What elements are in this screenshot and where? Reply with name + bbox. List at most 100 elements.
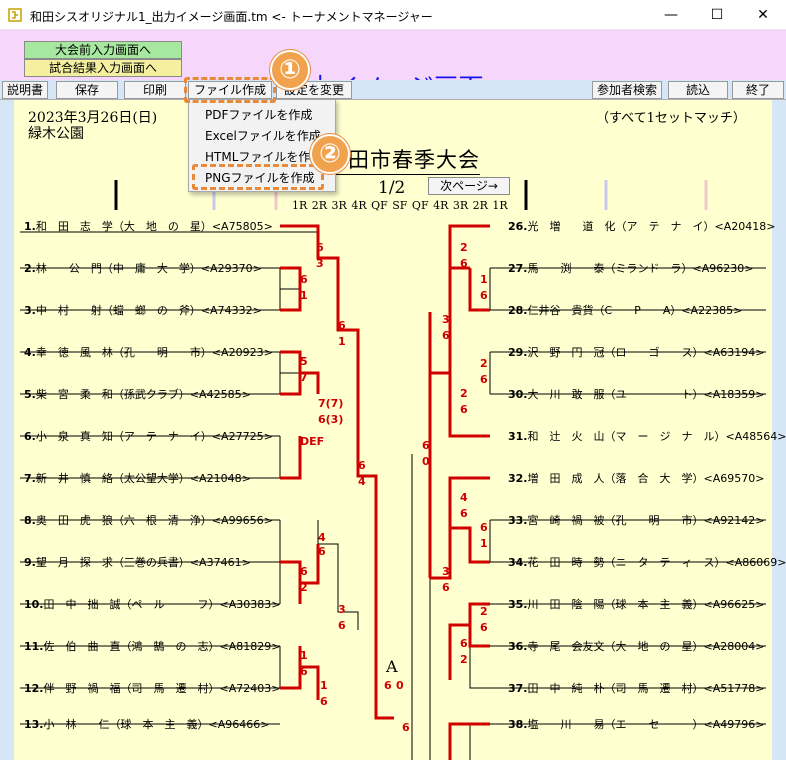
player-team: （太公望大学） bbox=[112, 472, 190, 485]
score-label: 6 bbox=[480, 373, 488, 386]
player-id: <A20923> bbox=[211, 346, 273, 359]
score-label: 1 bbox=[320, 679, 328, 692]
player-id: <A86069> bbox=[725, 556, 786, 569]
player-row-right: 26.光 増 道 化（ア テ ナ イ）<A20418> bbox=[508, 220, 775, 233]
player-row-left: 4.幸 徳 風 林（孔 明 市）<A20923> bbox=[24, 346, 273, 359]
player-row-right: 31.和 辻 火 山（マ ー ジ ナ ル）<A48564> bbox=[508, 430, 786, 443]
player-id: <A29370> bbox=[200, 262, 262, 275]
score-label: 7(7) bbox=[318, 397, 344, 410]
score-label: 3 bbox=[316, 257, 324, 270]
score-label: 3 bbox=[442, 565, 450, 578]
player-number: 3. bbox=[24, 304, 36, 317]
player-name: 寺 尾 会友文 bbox=[527, 640, 605, 653]
player-row-left: 3.中 村 射（蟷 螂 の 斧）<A74332> bbox=[24, 304, 262, 317]
score-label: 1 bbox=[480, 537, 488, 550]
player-number: 32. bbox=[508, 472, 528, 485]
menu-item-excel[interactable]: Excelファイルを作成 bbox=[205, 127, 321, 144]
player-team: （C P A） bbox=[593, 304, 682, 317]
player-team: （司 馬 遷 村） bbox=[120, 682, 220, 695]
player-team: （大 地 の 星） bbox=[604, 640, 704, 653]
menu-item-pdf[interactable]: PDFファイルを作成 bbox=[205, 106, 312, 123]
menu-item-html[interactable]: HTMLファイルを作成 bbox=[205, 148, 322, 165]
player-row-right: 27.馬 渕 泰（ミランドーラ）<A96230> bbox=[508, 262, 753, 275]
player-number: 36. bbox=[508, 640, 528, 653]
player-number: 30. bbox=[508, 388, 528, 401]
score-label: 6 bbox=[338, 319, 346, 332]
player-number: 27. bbox=[508, 262, 528, 275]
player-team: （司 馬 遷 村） bbox=[604, 682, 704, 695]
score-label: 6 bbox=[402, 721, 410, 734]
player-number: 28. bbox=[508, 304, 528, 317]
score-label: 3 bbox=[442, 313, 450, 326]
score-label: 2 bbox=[460, 653, 468, 666]
player-team: （孫武クラブ） bbox=[112, 388, 190, 401]
player-name: 幸 徳 風 林 bbox=[35, 346, 113, 359]
score-label: 2 bbox=[460, 241, 468, 254]
player-name: 沢 野 円 冠 bbox=[527, 346, 605, 359]
player-team: （蟷 螂 の 斧） bbox=[101, 304, 201, 317]
player-name: 宮 崎 禍 被 bbox=[527, 514, 605, 527]
player-row-left: 10.田 中 拙 誠（ペ ル ー フ）<A30383> bbox=[24, 598, 280, 611]
score-label: 6(3) bbox=[318, 413, 344, 426]
player-number: 37. bbox=[508, 682, 528, 695]
player-name: 田 中 拙 誠 bbox=[43, 598, 121, 611]
score-label: 4 bbox=[460, 491, 468, 504]
player-number: 5. bbox=[24, 388, 36, 401]
player-name: 佐 伯 曲 直 bbox=[43, 640, 121, 653]
player-id: <A22385> bbox=[681, 304, 743, 317]
player-id: <A21048> bbox=[189, 472, 251, 485]
player-name: 望 月 探 求 bbox=[35, 556, 113, 569]
score-label: 1 bbox=[300, 649, 308, 662]
score-label: 6 bbox=[300, 665, 308, 678]
score-label: 2 bbox=[460, 387, 468, 400]
player-id: <A96625> bbox=[703, 598, 765, 611]
player-row-left: 13.小 林 仁（球 本 主 義）<A96466> bbox=[24, 718, 269, 731]
player-row-left: 12.伴 野 禍 福（司 馬 遷 村）<A72403> bbox=[24, 682, 280, 695]
player-row-right: 32.増 田 成 人（落 合 大 学）<A69570> bbox=[508, 472, 764, 485]
score-label: 6 bbox=[442, 329, 450, 342]
player-name: 林 公 門 bbox=[35, 262, 102, 275]
highlight-file-button bbox=[184, 77, 276, 103]
player-team: （孔 明 市） bbox=[604, 514, 704, 527]
score-label: 6 bbox=[422, 439, 430, 452]
score-label: 4 bbox=[318, 531, 326, 544]
player-id: <A30383> bbox=[219, 598, 281, 611]
player-number: 33. bbox=[508, 514, 528, 527]
player-id: <A28004> bbox=[703, 640, 765, 653]
player-name: 柴 宮 柔 和 bbox=[35, 388, 113, 401]
player-id: <A20418> bbox=[714, 220, 776, 233]
player-row-right: 38.塩 川 易（エ セ ー）<A49796> bbox=[508, 718, 764, 731]
player-number: 38. bbox=[508, 718, 528, 731]
player-team: （ア テ ナ イ） bbox=[112, 430, 212, 443]
player-name: 和 田 志 学 bbox=[35, 220, 113, 233]
player-row-right: 33.宮 崎 禍 被（孔 明 市）<A92142> bbox=[508, 514, 764, 527]
player-team: （ミランドーラ） bbox=[604, 262, 693, 275]
score-label: 6 bbox=[480, 521, 488, 534]
player-number: 35. bbox=[508, 598, 528, 611]
player-name: 奥 田 虎 狼 bbox=[35, 514, 113, 527]
player-row-right: 36.寺 尾 会友文（大 地 の 星）<A28004> bbox=[508, 640, 764, 653]
player-row-left: 7.新 井 慎 絡（太公望大学）<A21048> bbox=[24, 472, 251, 485]
score-label: 2 bbox=[300, 581, 308, 594]
score-label: 6 bbox=[460, 403, 468, 416]
player-name: 塩 川 易 bbox=[527, 718, 605, 731]
score-label: 1 bbox=[480, 273, 488, 286]
score-label: 5 bbox=[300, 355, 308, 368]
player-row-right: 35.川 田 陰 陽（球 本 主 義）<A96625> bbox=[508, 598, 764, 611]
player-team: （球 本 主 義） bbox=[604, 598, 704, 611]
player-team: （鴻 鵠 の 志） bbox=[120, 640, 220, 653]
player-row-right: 34.花 田 時 勢（ニ タ テ ィ ス）<A86069> bbox=[508, 556, 786, 569]
callout-badge-1: ① bbox=[270, 50, 310, 90]
player-number: 13. bbox=[24, 718, 44, 731]
score-label: 6 bbox=[480, 289, 488, 302]
score-label: 2 bbox=[480, 357, 488, 370]
player-id: <A49796> bbox=[703, 718, 765, 731]
player-name: 光 増 道 化 bbox=[527, 220, 616, 233]
player-number: 9. bbox=[24, 556, 36, 569]
score-label: 6 bbox=[316, 241, 324, 254]
score-label: 4 bbox=[358, 475, 366, 488]
player-id: <A92142> bbox=[703, 514, 765, 527]
player-name: 増 田 成 人 bbox=[527, 472, 605, 485]
score-label: 0 bbox=[396, 679, 404, 692]
player-id: <A96230> bbox=[692, 262, 754, 275]
